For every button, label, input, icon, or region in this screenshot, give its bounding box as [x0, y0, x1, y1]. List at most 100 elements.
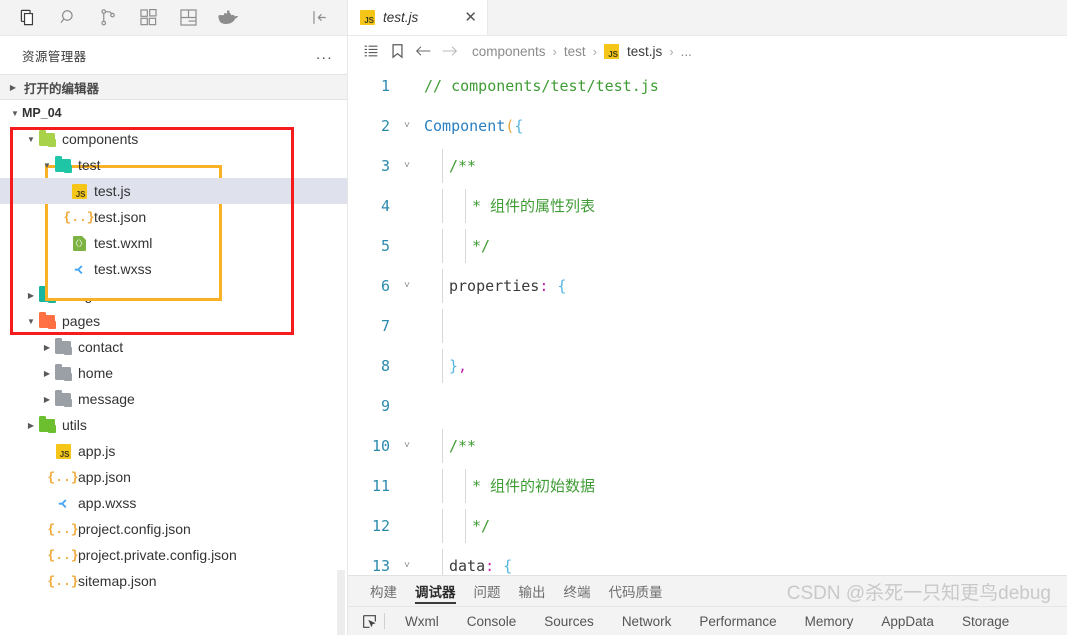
- chevron-down-icon[interactable]: ▼: [24, 317, 38, 326]
- breadcrumb-overflow[interactable]: ...: [681, 44, 692, 59]
- tree-item-test[interactable]: ▼ test: [0, 152, 347, 178]
- code-line[interactable]: 2 ˅ Component({: [348, 106, 1067, 146]
- code-line[interactable]: 4 * 组件的属性列表: [348, 186, 1067, 226]
- breadcrumb-segment-components[interactable]: components: [472, 44, 546, 59]
- tree-item-app-js[interactable]: JS app.js: [0, 438, 347, 464]
- tree-item-utils[interactable]: ▶ utils: [0, 412, 347, 438]
- code-line[interactable]: 9: [348, 386, 1067, 426]
- tree-item-pages[interactable]: ▼ pages: [0, 308, 347, 334]
- code-line[interactable]: 5 */: [348, 226, 1067, 266]
- tree-item-images[interactable]: ▶ images: [0, 282, 347, 308]
- code-line[interactable]: 3 ˅ /**: [348, 146, 1067, 186]
- tree-item-components[interactable]: ▼ components: [0, 126, 347, 152]
- tree-root-row[interactable]: ▼ MP_04: [0, 100, 347, 126]
- fold-chevron-icon[interactable]: ˅: [396, 280, 418, 292]
- code-editor[interactable]: 1// components/test/test.js 2 ˅ Component({…: [348, 66, 1067, 575]
- devtools-tab-performance[interactable]: Performance: [685, 614, 790, 629]
- file-tree[interactable]: ▼ MP_04 ▼ components ▼ test JS test.js {..} tes…: [0, 100, 347, 635]
- explorer-icon[interactable]: [8, 0, 48, 36]
- code-text: * 组件的属性列表: [418, 189, 1067, 223]
- json-file-icon: {..}: [63, 209, 95, 225]
- indent-guide: [442, 229, 443, 263]
- devtools-tab-appdata[interactable]: AppData: [867, 614, 948, 629]
- chevron-right-icon[interactable]: ▶: [40, 369, 54, 378]
- fold-chevron-icon[interactable]: ˅: [396, 440, 418, 452]
- folder-badge: [48, 138, 56, 147]
- fold-chevron-icon[interactable]: ˅: [396, 560, 418, 572]
- code-text: Component({: [418, 117, 1067, 135]
- outline-icon[interactable]: [358, 43, 384, 59]
- tree-item-app-wxss[interactable]: ᚜ app.wxss: [0, 490, 347, 516]
- folder-badge: [64, 346, 72, 355]
- devtools-tab-network[interactable]: Network: [608, 614, 686, 629]
- tree-item-project-private-config-json[interactable]: {..} project.private.config.json: [0, 542, 347, 568]
- code-line[interactable]: 1 // components/test/test.js: [348, 66, 1067, 106]
- chevron-right-icon[interactable]: ▶: [40, 343, 54, 352]
- tree-item-test-js[interactable]: JS test.js: [0, 178, 347, 204]
- tab-test-js[interactable]: JS test.js ✕: [348, 0, 488, 35]
- panel-tab-3[interactable]: 输出: [519, 576, 546, 606]
- code-line[interactable]: 8},: [348, 346, 1067, 386]
- breadcrumb-separator: ›: [669, 43, 674, 59]
- tree-item-label: project.private.config.json: [78, 547, 237, 563]
- source-control-icon[interactable]: [88, 0, 128, 36]
- code-line[interactable]: 7: [348, 306, 1067, 346]
- close-icon[interactable]: ✕: [464, 10, 477, 25]
- chevron-right-icon: ▶: [9, 82, 17, 92]
- chevron-down-icon[interactable]: ▼: [40, 161, 54, 170]
- panel-tab-1[interactable]: 调试器: [415, 576, 456, 606]
- tree-item-app-json[interactable]: {..} app.json: [0, 464, 347, 490]
- breadcrumb-segment-test[interactable]: test: [564, 44, 586, 59]
- code-line[interactable]: 11 * 组件的初始数据: [348, 466, 1067, 506]
- tree-item-message[interactable]: ▶ message: [0, 386, 347, 412]
- tree-item-contact[interactable]: ▶ contact: [0, 334, 347, 360]
- tree-item-test-wxss[interactable]: ᚜ test.wxss: [0, 256, 347, 282]
- collapse-sidebar-icon[interactable]: [299, 0, 339, 36]
- search-icon[interactable]: [48, 0, 88, 36]
- code-line[interactable]: 13 ˅ data: {: [348, 546, 1067, 575]
- tree-item-sitemap-json[interactable]: {..} sitemap.json: [0, 568, 347, 594]
- panel-tab-0[interactable]: 构建: [370, 576, 397, 606]
- open-editors-section[interactable]: ▶ 打开的编辑器: [0, 74, 347, 100]
- folder-badge: [64, 164, 72, 173]
- indent-guide: [442, 469, 443, 503]
- chevron-down-icon: ▼: [11, 108, 19, 118]
- devtools-tab-sources[interactable]: Sources: [530, 614, 608, 629]
- code-line[interactable]: 12 */: [348, 506, 1067, 546]
- navigate-back-icon[interactable]: [410, 44, 436, 58]
- layout-icon[interactable]: [168, 0, 208, 36]
- sidebar-scrollbar-thumb[interactable]: [337, 570, 345, 635]
- inspect-element-icon[interactable]: [356, 614, 382, 629]
- bookmark-icon[interactable]: [384, 43, 410, 59]
- fold-chevron-icon[interactable]: ˅: [396, 120, 418, 132]
- code-token: properties: [449, 276, 540, 295]
- chevron-right-icon[interactable]: ▶: [24, 291, 38, 300]
- sidebar-scrollbar[interactable]: [337, 100, 346, 635]
- breadcrumb-separator: ›: [552, 43, 557, 59]
- chevron-right-icon[interactable]: ▶: [24, 421, 38, 430]
- tree-item-test-json[interactable]: {..} test.json: [0, 204, 347, 230]
- devtools-tab-row: Wxml Console Sources Network Performance Memo…: [348, 606, 1067, 635]
- more-actions-button[interactable]: ...: [316, 47, 333, 62]
- devtools-tab-wxml[interactable]: Wxml: [391, 614, 453, 629]
- chevron-down-icon[interactable]: ▼: [24, 135, 38, 144]
- docker-icon[interactable]: [208, 0, 248, 36]
- panel-tab-2[interactable]: 问题: [474, 576, 501, 606]
- navigate-forward-icon[interactable]: [436, 44, 462, 58]
- tree-item-test-wxml[interactable]: 〈〉 test.wxml: [0, 230, 347, 256]
- panel-tab-4[interactable]: 终端: [564, 576, 591, 606]
- devtools-tab-storage[interactable]: Storage: [948, 614, 1023, 629]
- code-line[interactable]: 10 ˅ /**: [348, 426, 1067, 466]
- tree-item-home[interactable]: ▶ home: [0, 360, 347, 386]
- fold-chevron-icon[interactable]: ˅: [396, 160, 418, 172]
- panel-tab-5[interactable]: 代码质量: [609, 576, 663, 606]
- breadcrumb-segment-file[interactable]: test.js: [627, 44, 662, 59]
- extensions-icon[interactable]: [128, 0, 168, 36]
- code-line[interactable]: 6 ˅ properties: {: [348, 266, 1067, 306]
- file-icon-wrap: [38, 311, 56, 329]
- tree-item-project-config-json[interactable]: {..} project.config.json: [0, 516, 347, 542]
- devtools-tab-console[interactable]: Console: [453, 614, 531, 629]
- devtools-tab-memory[interactable]: Memory: [791, 614, 868, 629]
- chevron-right-icon[interactable]: ▶: [40, 395, 54, 404]
